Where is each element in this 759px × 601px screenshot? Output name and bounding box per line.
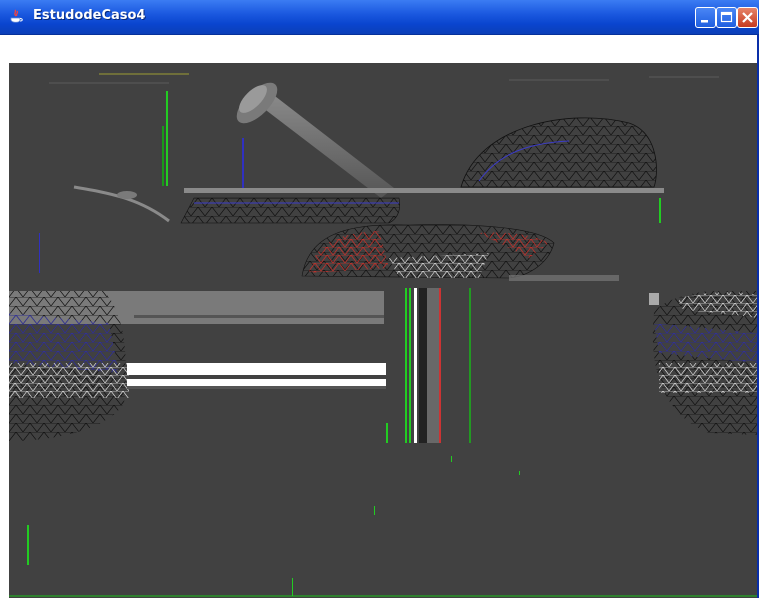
mesh-dome-right [460,117,657,188]
window-title: EstudodeCaso4 [33,8,146,23]
white-glitch-bar [127,363,386,375]
rod-object [236,82,394,198]
java-app-icon [10,9,23,23]
close-button[interactable] [737,7,758,28]
minimize-button[interactable] [695,7,716,28]
app-window: EstudodeCaso4 [0,0,759,601]
green-artifact-lower [27,525,29,565]
green-artifact [166,91,168,186]
maximize-button[interactable] [716,7,737,28]
mesh-band [180,197,400,224]
vertical-stripe-artifact [386,288,471,443]
minimize-icon [701,20,708,23]
close-icon [742,12,753,23]
maximize-icon [720,11,733,23]
title-bar[interactable]: EstudodeCaso4 [0,0,759,35]
rendered-scene [9,73,757,597]
menu-bar [2,35,757,62]
3d-viewport-canvas[interactable] [9,63,757,598]
